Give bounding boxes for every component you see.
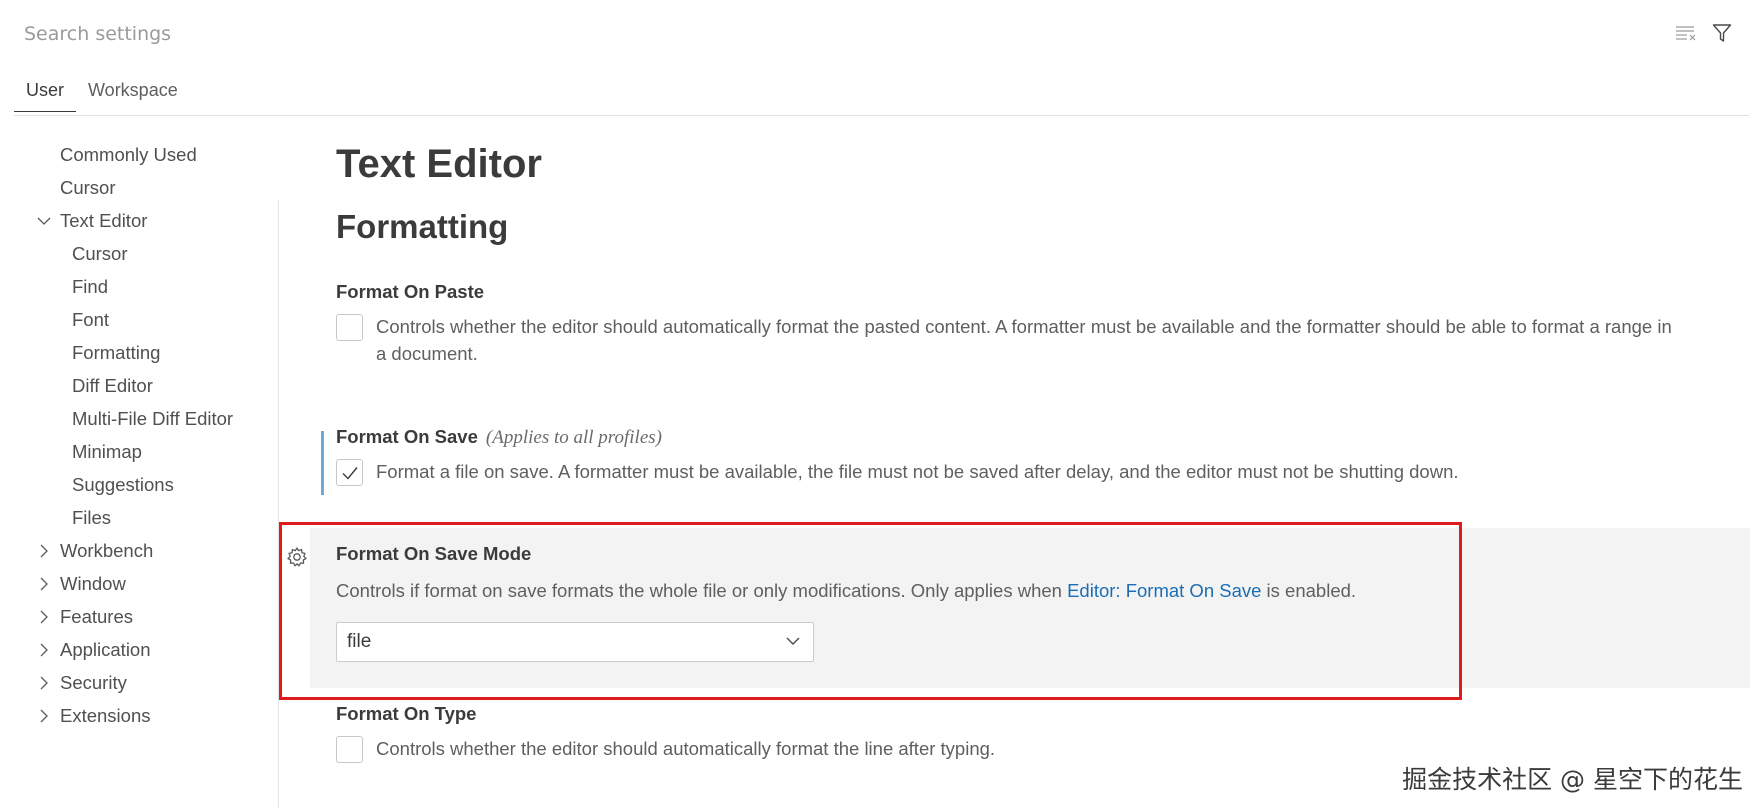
setting-row-format-on-save: Format a file on save. A formatter must … — [336, 458, 1736, 486]
toc-item-find[interactable]: Find — [0, 270, 278, 303]
toc-item-multi-file-diff-editor[interactable]: Multi-File Diff Editor — [0, 402, 278, 435]
search-actions — [1673, 21, 1735, 45]
chevron-right-icon — [40, 544, 48, 558]
setting-row-format-on-paste: Controls whether the editor should autom… — [336, 313, 1676, 367]
chevron-right-icon — [40, 577, 48, 591]
toc-item-features[interactable]: Features — [0, 600, 278, 633]
toc-item-label: Cursor — [60, 177, 116, 198]
page-title: Text Editor — [336, 142, 542, 186]
section-title: Formatting — [336, 208, 509, 245]
chevron-right-icon — [40, 610, 48, 624]
setting-title-format-on-type: Format On Type — [336, 703, 477, 724]
tab-user[interactable]: User — [14, 72, 77, 112]
toc-item-security[interactable]: Security — [0, 666, 278, 699]
toc-item-label: Font — [72, 309, 110, 330]
setting-focus-indicator — [321, 431, 324, 495]
toc-item-diff-editor[interactable]: Diff Editor — [0, 369, 278, 402]
toc-item-text-editor-cursor[interactable]: Cursor — [0, 237, 278, 270]
toc-item-label: Files — [72, 507, 112, 528]
chevron-right-icon — [40, 676, 48, 690]
setting-title-format-on-paste: Format On Paste — [336, 281, 485, 302]
format-on-save-checkbox[interactable] — [336, 459, 363, 486]
filter-icon[interactable] — [1709, 21, 1735, 45]
toc-item-label: Find — [72, 276, 108, 297]
highlight-annotation-box — [279, 522, 1462, 700]
toc-item-label: Features — [60, 606, 134, 627]
toc-item-files[interactable]: Files — [0, 501, 278, 534]
toc-item-label: Diff Editor — [72, 375, 153, 396]
tabs-divider — [14, 115, 1749, 116]
toc-item-workbench[interactable]: Workbench — [0, 534, 278, 567]
toc-item-suggestions[interactable]: Suggestions — [0, 468, 278, 501]
clear-filter-icon[interactable] — [1673, 21, 1699, 45]
search-input[interactable] — [14, 12, 1664, 56]
tab-workspace[interactable]: Workspace — [76, 72, 190, 112]
toc-item-label: Formatting — [72, 342, 161, 363]
chevron-down-icon — [37, 217, 51, 225]
toc-item-label: Workbench — [60, 540, 154, 561]
toc-item-label: Security — [60, 672, 127, 693]
setting-row-format-on-type: Controls whether the editor should autom… — [336, 735, 1676, 763]
toc-item-label: Cursor — [72, 243, 128, 264]
setting-description: Controls whether the editor should autom… — [376, 738, 996, 759]
toc-item-application[interactable]: Application — [0, 633, 278, 666]
setting-title-format-on-save: Format On Save (Applies to all profiles) — [336, 426, 662, 449]
settings-toc: Commonly Used Cursor Text Editor Cursor … — [0, 138, 278, 732]
toc-item-label: Text Editor — [60, 210, 148, 231]
toc-item-label: Multi-File Diff Editor — [72, 408, 234, 429]
toc-item-label: Extensions — [60, 705, 151, 726]
profile-scope-tag: (Applies to all profiles) — [485, 427, 662, 448]
toc-item-commonly-used[interactable]: Commonly Used — [0, 138, 278, 171]
toc-divider — [278, 200, 279, 808]
chevron-right-icon — [40, 643, 48, 657]
watermark: 掘金技术社区 @ 星空下的花生 — [1402, 765, 1743, 794]
toc-item-label: Commonly Used — [60, 144, 197, 165]
format-on-paste-checkbox[interactable] — [336, 314, 363, 341]
toc-item-label: Minimap — [72, 441, 142, 462]
toc-item-extensions[interactable]: Extensions — [0, 699, 278, 732]
toc-item-label: Suggestions — [72, 474, 174, 495]
toc-item-label: Application — [60, 639, 151, 660]
setting-description: Controls whether the editor should autom… — [376, 316, 1672, 364]
format-on-type-checkbox[interactable] — [336, 736, 363, 763]
toc-item-window[interactable]: Window — [0, 567, 278, 600]
toc-item-font[interactable]: Font — [0, 303, 278, 336]
toc-item-label: Window — [60, 573, 126, 594]
toc-item-cursor[interactable]: Cursor — [0, 171, 278, 204]
chevron-right-icon — [40, 709, 48, 723]
checkmark-icon — [342, 466, 358, 480]
toc-item-text-editor[interactable]: Text Editor — [0, 204, 278, 237]
setting-title-text: Format On Save — [336, 426, 478, 447]
toc-item-minimap[interactable]: Minimap — [0, 435, 278, 468]
scope-tabs: User Workspace — [14, 72, 190, 112]
toc-item-formatting[interactable]: Formatting — [0, 336, 278, 369]
setting-description: Format a file on save. A formatter must … — [376, 461, 1459, 482]
